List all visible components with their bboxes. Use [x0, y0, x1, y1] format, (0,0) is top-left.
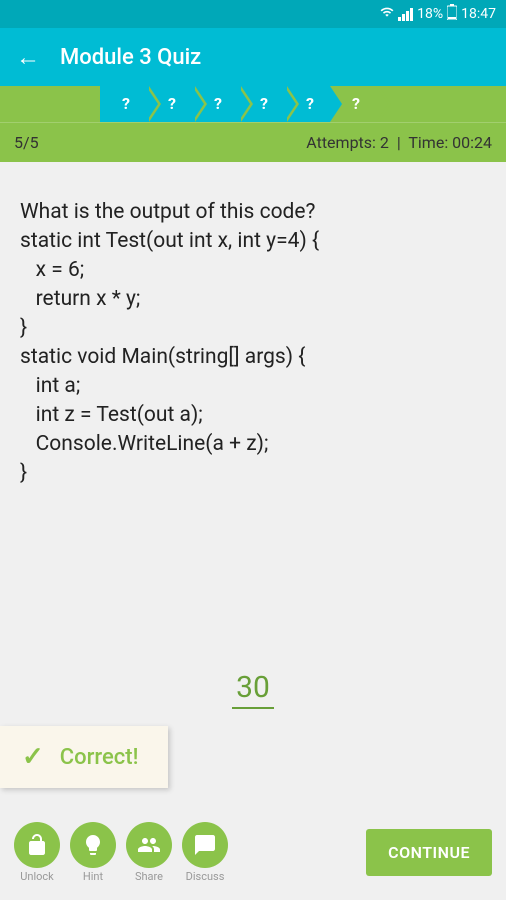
signal-icon — [398, 8, 413, 21]
unlock-icon — [25, 833, 49, 857]
battery-icon — [447, 4, 457, 24]
unlock-button[interactable] — [14, 822, 60, 868]
question-text: What is the output of this code? static … — [20, 198, 486, 488]
share-action: Share — [126, 822, 172, 883]
content-area: What is the output of this code? static … — [0, 162, 506, 709]
hint-label: Hint — [83, 870, 103, 883]
feedback-banner: ✓ Correct! — [0, 726, 168, 788]
lightbulb-icon — [81, 833, 105, 857]
continue-button[interactable]: CONTINUE — [366, 829, 492, 876]
battery-text: 18% — [417, 6, 443, 22]
feedback-text: Correct! — [60, 745, 139, 770]
check-icon: ✓ — [22, 742, 44, 772]
hint-action: Hint — [70, 822, 116, 883]
info-row: 5/5 Attempts: 2 | Time: 00:24 — [0, 122, 506, 162]
share-button[interactable] — [126, 822, 172, 868]
status-bar: 18% 18:47 — [0, 0, 506, 28]
hint-button[interactable] — [70, 822, 116, 868]
answer-box: 30 — [20, 668, 486, 709]
unlock-label: Unlock — [20, 870, 54, 883]
back-button[interactable]: ← — [16, 43, 40, 72]
attempts-time: Attempts: 2 | Time: 00:24 — [306, 133, 492, 152]
people-icon — [137, 833, 161, 857]
chat-icon — [193, 833, 217, 857]
discuss-button[interactable] — [182, 822, 228, 868]
answer-input[interactable]: 30 — [232, 668, 274, 709]
clock-text: 18:47 — [461, 6, 496, 22]
wifi-icon — [380, 5, 394, 23]
action-group: Unlock Hint Share Discuss — [14, 822, 228, 883]
unlock-action: Unlock — [14, 822, 60, 883]
page-title: Module 3 Quiz — [60, 45, 201, 70]
discuss-action: Discuss — [182, 822, 228, 883]
progress-steps: ? ? ? ? ? ? — [0, 86, 506, 122]
step-1[interactable]: ? — [100, 86, 146, 122]
bottom-bar: Unlock Hint Share Discuss CONTINUE — [0, 810, 506, 900]
app-bar: ← Module 3 Quiz — [0, 28, 506, 86]
share-label: Share — [135, 870, 163, 883]
discuss-label: Discuss — [186, 870, 225, 883]
question-counter: 5/5 — [14, 133, 39, 152]
